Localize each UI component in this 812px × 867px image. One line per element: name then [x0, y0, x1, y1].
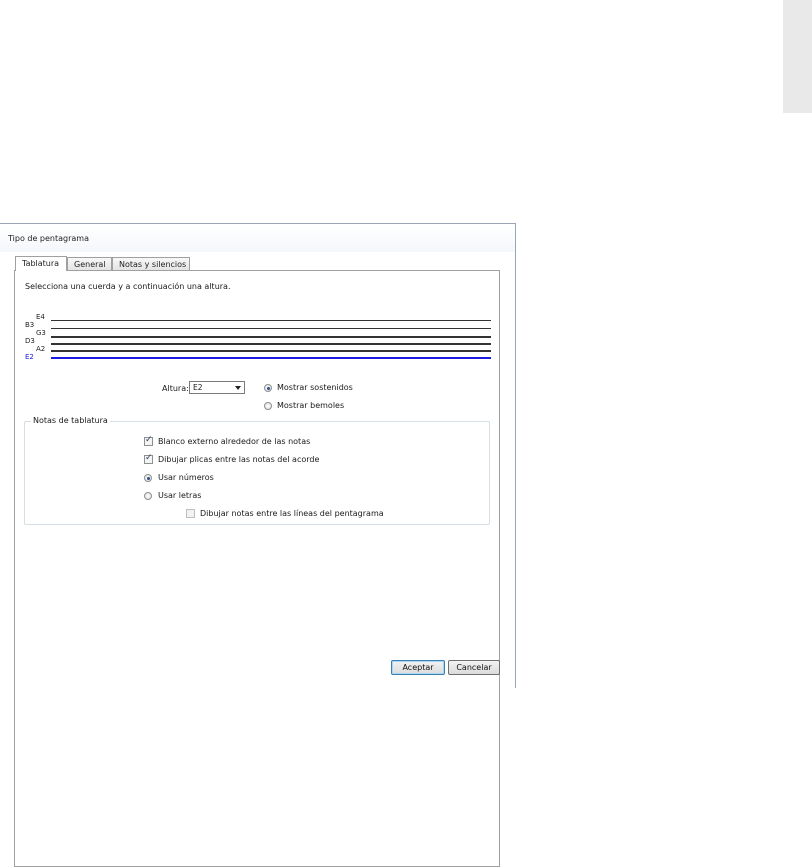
tab-tablatura[interactable]: Tablatura	[15, 256, 67, 271]
instruction-text: Selecciona una cuerda y a continuación u…	[25, 282, 231, 291]
show-sharps-radio[interactable]	[264, 384, 272, 392]
use-numbers-label: Usar números	[158, 473, 214, 482]
tab-general[interactable]: General	[67, 257, 112, 270]
use-letters-label: Usar letras	[158, 491, 202, 500]
string-label-g3: G3	[36, 329, 46, 337]
blank-around-notes-checkbox[interactable]	[144, 435, 153, 446]
draw-stems-checkbox[interactable]	[144, 453, 153, 464]
string-label-e2: E2	[25, 353, 34, 361]
side-panel-tab	[783, 0, 812, 113]
string-label-e4: E4	[36, 313, 45, 321]
string-line-g3[interactable]	[51, 336, 491, 338]
pitch-value: E2	[193, 383, 203, 392]
string-label-a2: A2	[36, 345, 46, 353]
group-title: Notas de tablatura	[31, 416, 110, 425]
use-letters-radio[interactable]	[144, 492, 152, 500]
string-line-d3[interactable]	[51, 343, 491, 345]
use-numbers-radio[interactable]	[144, 474, 152, 482]
staff-type-dialog: Tipo de pentagrama Tablatura General Not…	[0, 223, 516, 867]
tablature-notes-group: Notas de tablatura Blanco externo alrede…	[24, 416, 490, 525]
string-line-b3[interactable]	[51, 328, 491, 329]
tab-notas-y-silencios[interactable]: Notas y silencios	[112, 257, 190, 270]
string-label-d3: D3	[25, 337, 35, 345]
blank-around-notes-label: Blanco externo alrededor de las notas	[158, 437, 311, 446]
string-label-b3: B3	[25, 321, 35, 329]
string-line-e4[interactable]	[51, 320, 491, 321]
draw-notes-between-lines-checkbox[interactable]	[186, 509, 195, 518]
pitch-dropdown[interactable]: E2	[189, 381, 245, 394]
show-flats-label: Mostrar bemoles	[277, 401, 345, 410]
accept-button[interactable]: Aceptar	[391, 660, 445, 675]
show-flats-radio[interactable]	[264, 402, 272, 410]
string-line-a2[interactable]	[51, 350, 491, 352]
chevron-down-icon	[235, 386, 241, 390]
dialog-title: Tipo de pentagrama	[8, 234, 89, 243]
show-sharps-label: Mostrar sostenidos	[277, 383, 353, 392]
draw-stems-label: Dibujar plicas entre las notas del acord…	[158, 455, 320, 464]
string-line-e2-selected[interactable]	[51, 357, 491, 359]
cancel-button[interactable]: Cancelar	[448, 660, 500, 675]
draw-notes-between-lines-label: Dibujar notas entre las líneas del penta…	[200, 509, 384, 518]
pitch-label: Altura:	[162, 384, 189, 393]
tablature-panel: Selecciona una cuerda y a continuación u…	[14, 270, 500, 867]
